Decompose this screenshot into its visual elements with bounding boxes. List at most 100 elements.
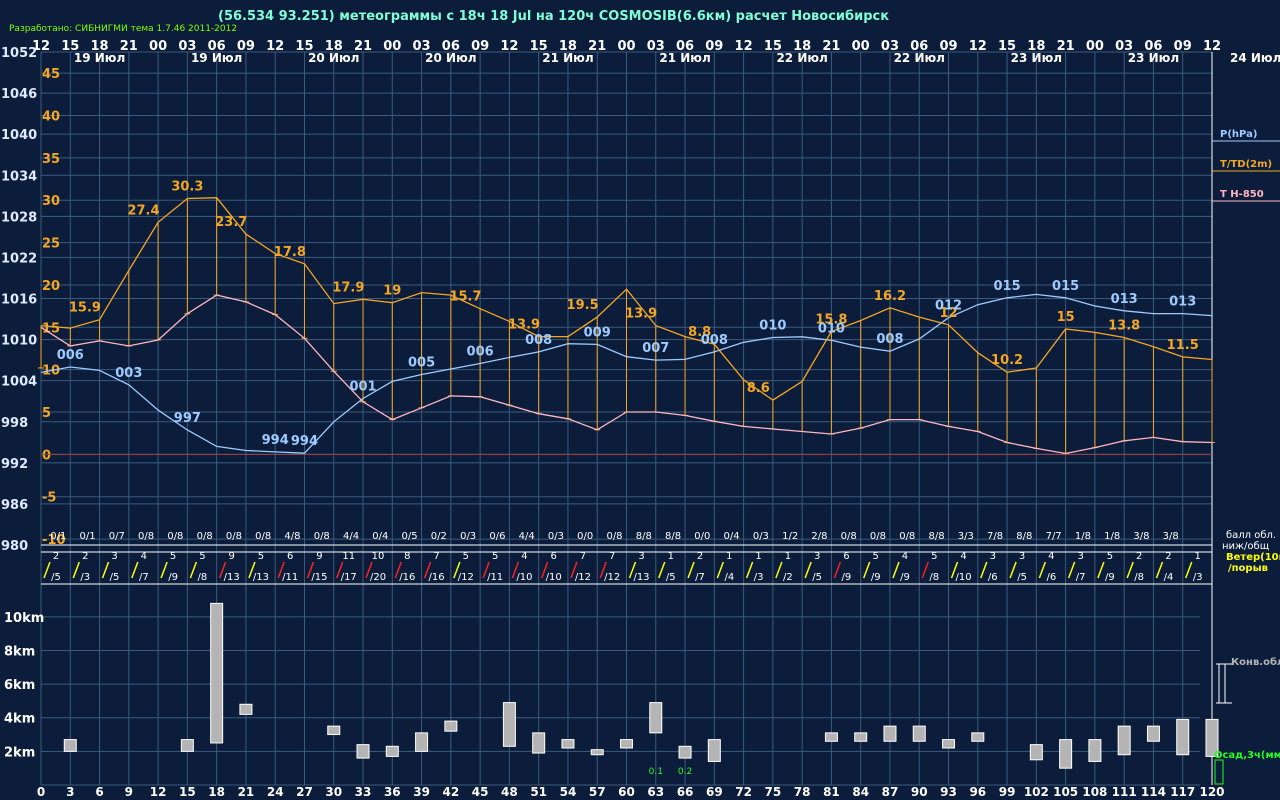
pressure-value-label: 007 <box>642 341 669 356</box>
convective-cloud-bar <box>63 739 77 752</box>
convective-cloud-bar <box>942 739 956 749</box>
pressure-value-label: 013 <box>1169 295 1196 310</box>
date-label: 23 Июл <box>1128 51 1179 65</box>
height-tick: 6km <box>4 678 35 693</box>
bottom-hour-label: 90 <box>911 785 928 799</box>
temperature-tick: 25 <box>42 237 60 252</box>
cloud-cover-value: 1/2 <box>782 531 798 542</box>
temperature-tick: 5 <box>42 406 51 421</box>
wind-speed: 4 <box>141 551 147 562</box>
bottom-hour-label: 75 <box>765 785 782 799</box>
wind-gust: /9 <box>900 572 910 583</box>
temperature-value-label: 15 <box>1057 310 1075 325</box>
wind-gust: /11 <box>282 572 298 583</box>
bottom-hour-label: 0 <box>37 785 45 799</box>
cloud-cover-value: 4/4 <box>519 531 535 542</box>
pressure-tick: 1022 <box>1 251 37 266</box>
hour-label: 12 <box>1203 39 1221 54</box>
pressure-value-label: 001 <box>349 379 376 394</box>
wind-speed: 3 <box>814 551 820 562</box>
wind-gust: /8 <box>1134 572 1144 583</box>
bottom-hour-label: 27 <box>296 785 313 799</box>
cloud-cover-value: 0/8 <box>255 531 271 542</box>
cloud-cover-value: 1/8 <box>1075 531 1091 542</box>
bottom-hour-label: 54 <box>560 785 577 799</box>
wind-speed: 9 <box>316 551 322 562</box>
wind-speed: 7 <box>580 551 586 562</box>
convective-cloud-bar <box>1146 725 1160 742</box>
bottom-hour-label: 60 <box>618 785 635 799</box>
height-tick: 2km <box>4 745 35 760</box>
wind-gust: /11 <box>487 572 503 583</box>
date-label: 20 Июл <box>308 51 359 65</box>
pressure-value-label: 010 <box>818 321 845 336</box>
convective-cloud-bar <box>649 702 663 734</box>
bottom-hour-label: 57 <box>589 785 606 799</box>
cloud-cover-value: 0/1 <box>50 531 66 542</box>
wind-speed: 2 <box>82 551 88 562</box>
hour-label: 00 <box>149 39 167 54</box>
wind-gust: /9 <box>871 572 881 583</box>
wind-speed: 4 <box>521 551 527 562</box>
temperature-value-label: 19 <box>383 284 401 299</box>
wind-speed: 5 <box>492 551 498 562</box>
bottom-hour-label: 96 <box>969 785 986 799</box>
wind-speed: 1 <box>726 551 732 562</box>
cloud-legend-1: балл обл. <box>1226 530 1276 541</box>
wind-speed: 4 <box>960 551 966 562</box>
cloud-cover-value: 0/8 <box>606 531 622 542</box>
pressure-value-label: 008 <box>876 332 903 347</box>
cloud-cover-value: 0/8 <box>841 531 857 542</box>
bottom-hour-label: 69 <box>706 785 723 799</box>
background <box>0 0 1280 800</box>
wind-speed: 6 <box>843 551 849 562</box>
bottom-hour-label: 72 <box>735 785 752 799</box>
convective-cloud-bar <box>824 732 838 742</box>
wind-legend-1: Ветер(10м <box>1226 552 1280 563</box>
temperature-tick: 30 <box>42 194 60 209</box>
wind-gust: /20 <box>370 572 386 583</box>
temperature-value-label: 13.9 <box>625 307 657 322</box>
wind-gust: /5 <box>110 572 120 583</box>
hour-label: 00 <box>617 39 635 54</box>
legend-pressure: P(hPa) <box>1220 129 1257 140</box>
bottom-hour-label: 39 <box>413 785 430 799</box>
bottom-hour-label: 108 <box>1082 785 1107 799</box>
wind-speed: 4 <box>902 551 908 562</box>
temperature-value-label: 10.2 <box>991 353 1023 368</box>
wind-speed: 2 <box>1165 551 1171 562</box>
cloud-cover-value: 4/8 <box>284 531 300 542</box>
temperature-tick: 35 <box>42 152 60 167</box>
temperature-tick: 20 <box>42 279 60 294</box>
bottom-hour-label: 45 <box>472 785 489 799</box>
convective-cloud-bar <box>707 739 721 762</box>
wind-speed: 5 <box>258 551 264 562</box>
wind-speed: 1 <box>785 551 791 562</box>
bottom-hour-label: 12 <box>150 785 167 799</box>
chart-title: (56.534 93.251) метеограммы с 18ч 18 Jul… <box>218 9 889 24</box>
bottom-hour-label: 117 <box>1170 785 1195 799</box>
hour-label: 00 <box>1086 39 1104 54</box>
pressure-value-label: 013 <box>1111 292 1138 307</box>
pressure-value-label: 009 <box>584 325 611 340</box>
convective-cloud-bar <box>239 703 253 715</box>
temperature-value-label: 23.7 <box>215 215 247 230</box>
date-label: 22 Июл <box>894 51 945 65</box>
bottom-hour-label: 114 <box>1141 785 1166 799</box>
credit-text: Разработано: СИБНИГМИ тема 1.7.46 2011-2… <box>9 24 237 34</box>
bottom-hour-label: 30 <box>325 785 342 799</box>
date-label: 22 Июл <box>776 51 827 65</box>
wind-gust: /10 <box>546 572 562 583</box>
cloud-cover-value: 0/8 <box>226 531 242 542</box>
pressure-value-label: 008 <box>525 333 552 348</box>
convective-cloud-bar <box>1059 739 1073 769</box>
pressure-tick: 998 <box>1 416 28 431</box>
bottom-hour-label: 99 <box>999 785 1016 799</box>
bottom-hour-label: 105 <box>1053 785 1078 799</box>
convective-cloud-bar <box>620 739 633 749</box>
wind-gust: /8 <box>198 572 208 583</box>
wind-gust: /9 <box>168 572 178 583</box>
temperature-tick: 40 <box>42 110 60 125</box>
wind-speed: 1 <box>755 551 761 562</box>
pressure-tick: 1052 <box>1 46 37 61</box>
